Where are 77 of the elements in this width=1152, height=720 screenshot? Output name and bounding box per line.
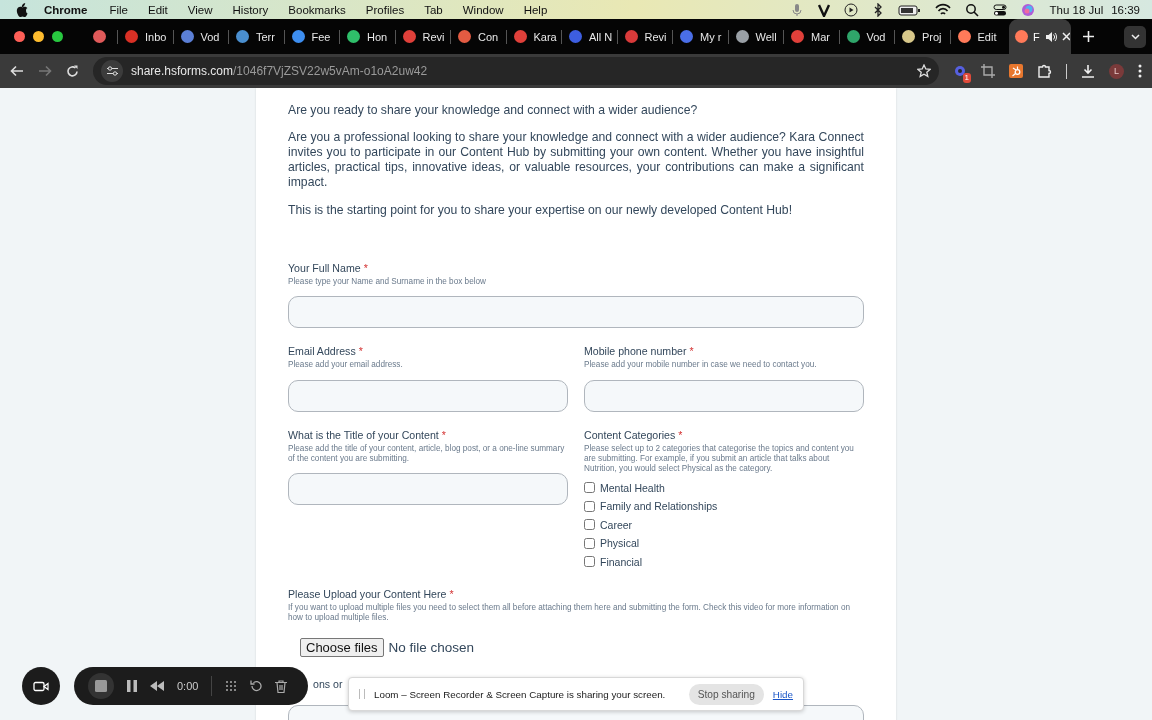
field-hint: Please add the title of your content, article, blog post, or a one-line summary of the content you are submitting.	[288, 443, 566, 465]
tab-title: Vod	[866, 30, 886, 43]
field-label: ons or	[313, 677, 343, 691]
field-hint: If you want to upload multiple files you need to select them all before attaching them here and submitting the form. Check this video for more information on how to upload multiple files.	[288, 603, 852, 624]
field-hint: Please type your Name and Surname in the box below	[288, 277, 487, 288]
field-hint: Please select up to 2 categories that categorise the topics and content you are submitting. For example, if you submit an article that talks about Nutrition, you would select Physical as the category.	[584, 443, 855, 475]
browser-tab[interactable]: Hon	[339, 19, 395, 54]
tab-title: Vod	[200, 30, 220, 43]
tab-title: Mar	[811, 30, 830, 43]
menu-item[interactable]: File	[99, 3, 138, 16]
tab-title: Revi	[422, 30, 445, 43]
checkbox-option[interactable]: Physical	[584, 534, 864, 553]
browser-tab[interactable]: Proj	[894, 19, 950, 54]
menubar-clock[interactable]: 16:39	[1103, 3, 1140, 16]
field-label: Email Address *	[288, 345, 364, 359]
browser-tab[interactable]: Revi	[616, 19, 672, 54]
browser-tab[interactable]: Inbo	[117, 19, 173, 54]
form-question: Are you ready to share your knowledge and connect with a wider audience?	[288, 103, 699, 118]
closing-text: This is the starting point for you to share your expertise on our newly developed Content Hub!	[288, 203, 794, 218]
menu-item[interactable]: Bookmarks	[278, 3, 356, 16]
menu-item[interactable]: Profiles	[355, 3, 415, 16]
field-hint: Please add your email address.	[288, 360, 404, 371]
field-label: Your Full Name *	[288, 262, 369, 275]
menubar-date[interactable]: Thu 18 Jul	[1041, 3, 1104, 16]
checkbox-option[interactable]: Mental Health	[584, 478, 864, 497]
tab-title: All N	[589, 30, 613, 43]
checkbox-option[interactable]: Family and Relationships	[584, 497, 864, 516]
menu-item[interactable]: History	[222, 3, 279, 16]
field-label: Content Categories *	[584, 428, 684, 442]
url-text[interactable]: share.hsforms.com/1046f7VjZSV22w5vAm-o1oA2uw42	[131, 64, 428, 78]
menu-item[interactable]: Tab	[414, 3, 453, 16]
tab-title: F	[1033, 30, 1040, 43]
file-status: No file chosen	[388, 639, 475, 655]
tab-title: My r	[700, 30, 722, 43]
tab-title: Kara	[533, 30, 557, 43]
browser-tab[interactable]: F	[1009, 19, 1071, 54]
profile-avatar[interactable]: L	[1109, 63, 1124, 79]
app-menu[interactable]: Chrome	[28, 3, 100, 16]
sharing-message: Loom – Screen Recorder & Screen Capture is sharing your screen.	[374, 688, 666, 700]
browser-tab[interactable]: Mar	[783, 19, 839, 54]
menu-item[interactable]: Help	[513, 3, 558, 16]
browser-tab[interactable]: My r	[672, 19, 728, 54]
browser-tab[interactable]: Vod	[838, 19, 894, 54]
browser-tab[interactable]: Terr	[228, 19, 284, 54]
tab-title: Fee	[311, 30, 331, 43]
browser-tab[interactable]: Revi	[394, 19, 450, 54]
menu-item[interactable]: Window	[452, 3, 514, 16]
tab-title: Con	[478, 30, 499, 43]
browser-tab[interactable]: Vod	[172, 19, 228, 54]
tab-title: Inbo	[145, 30, 167, 43]
field-label: Please Upload your Content Here *	[288, 588, 455, 601]
browser-tab[interactable]: Well	[727, 19, 783, 54]
choose-files-button[interactable]: Choose files	[300, 637, 384, 657]
field-label: What is the Title of your Content *	[288, 428, 447, 442]
menu-item[interactable]: View	[177, 3, 223, 16]
tab-title: Proj	[922, 30, 942, 43]
tab-title: Terr	[256, 30, 275, 43]
recording-timer: 0:00	[177, 680, 199, 692]
tab-title: Revi	[644, 30, 667, 43]
tab-title: Hon	[367, 30, 388, 43]
checkbox-option[interactable]: Career	[584, 515, 864, 534]
browser-tab[interactable]: Kara	[505, 19, 561, 54]
browser-tab[interactable]: All N	[561, 19, 617, 54]
field-label: Mobile phone number *	[584, 345, 695, 359]
tab-title: Well	[755, 30, 777, 43]
browser-tab[interactable]: Con	[450, 19, 506, 54]
checkbox-option[interactable]: Financial	[584, 552, 864, 571]
field-hint: Please add your mobile number in case we need to contact you.	[584, 360, 818, 371]
notification-badge: 1	[962, 73, 971, 83]
tab-title: Edit	[977, 30, 997, 43]
browser-tab[interactable]: Fee	[283, 19, 339, 54]
intro-paragraph: Are you a professional looking to share your knowledge and connect with a wider audience? Kara Connect invites you to participate in our Content Hub by submitting your own content. Whether you have insightful articles, practical tips, innovative ideas, or valuable resources, your contributions can make a significant impact.	[288, 130, 864, 190]
hide-link[interactable]: Hide	[772, 688, 793, 700]
menu-item[interactable]: Edit	[138, 3, 178, 16]
stop-sharing-button[interactable]: Stop sharing	[688, 683, 764, 705]
address-field[interactable]: share.hsforms.com/1046f7VjZSV22w5vAm-o1oA2uw42	[93, 57, 939, 85]
browser-tab[interactable]: Edit	[949, 19, 1005, 54]
